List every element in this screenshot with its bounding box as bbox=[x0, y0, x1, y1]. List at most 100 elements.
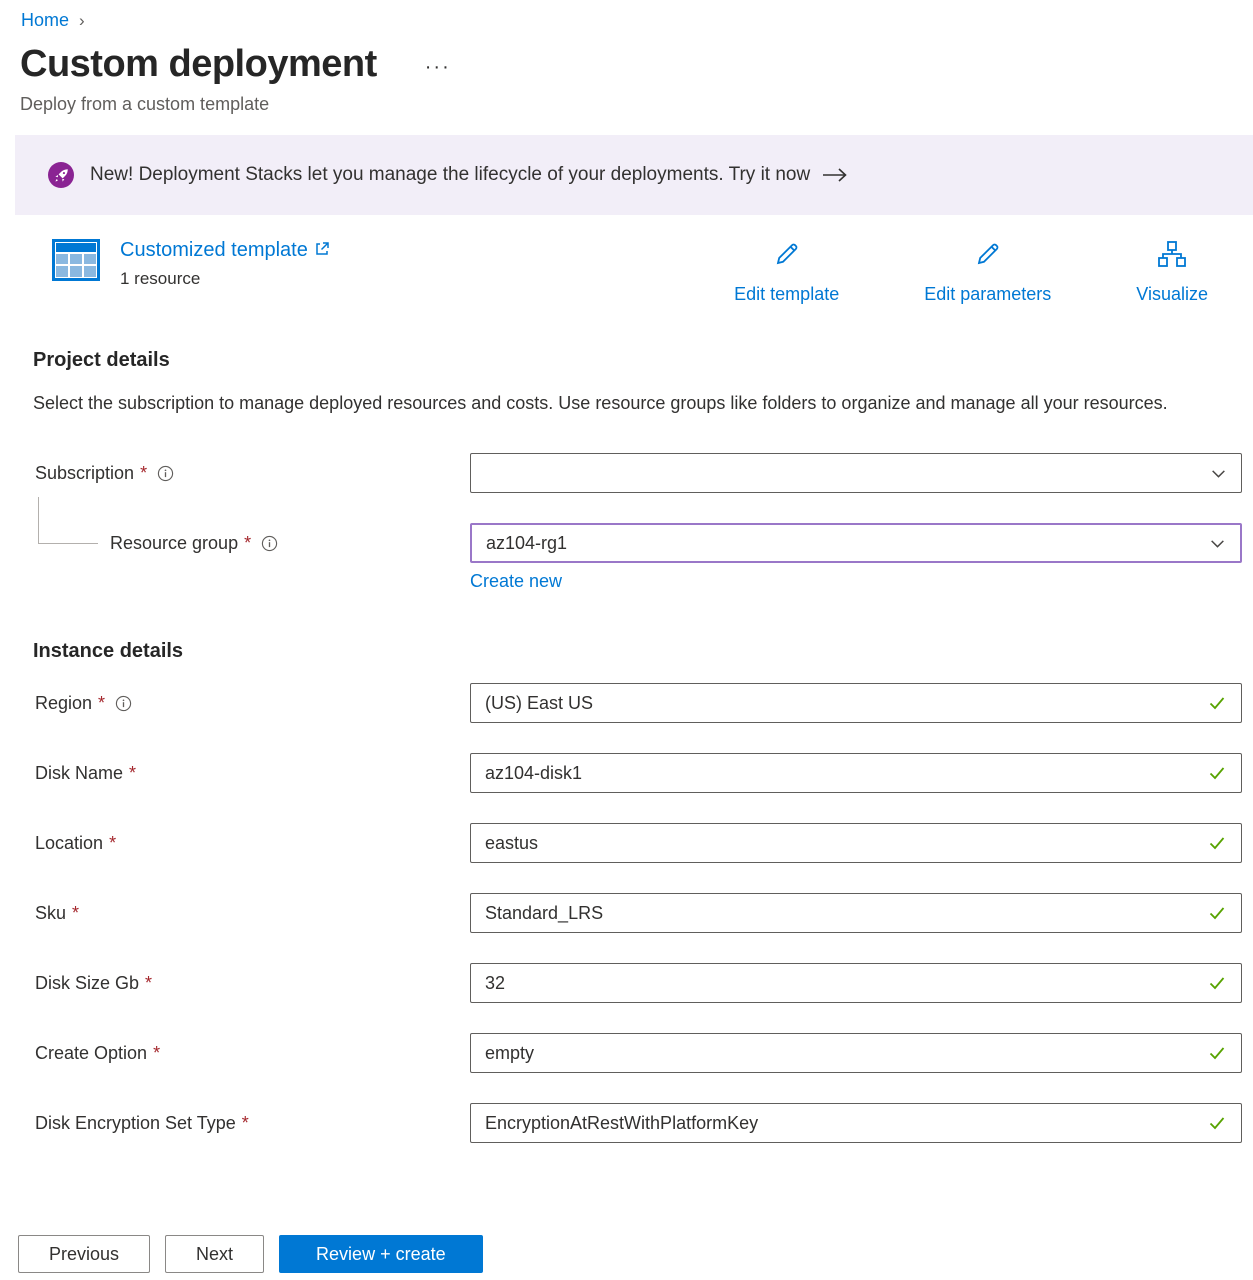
info-icon[interactable] bbox=[157, 465, 174, 482]
valid-checkmark-icon bbox=[1207, 833, 1227, 853]
location-label: Location bbox=[35, 833, 103, 854]
required-asterisk: * bbox=[140, 463, 147, 484]
disk-encryption-set-type-value: EncryptionAtRestWithPlatformKey bbox=[485, 1113, 758, 1134]
required-asterisk: * bbox=[242, 1113, 249, 1134]
required-asterisk: * bbox=[153, 1043, 160, 1064]
disk-name-field-row: Disk Name * az104-disk1 bbox=[35, 753, 1242, 793]
required-asterisk: * bbox=[72, 903, 79, 924]
location-label-cell: Location * bbox=[35, 833, 470, 854]
deployment-stacks-banner[interactable]: New! Deployment Stacks let you manage th… bbox=[15, 135, 1253, 215]
visualize-label: Visualize bbox=[1136, 284, 1208, 305]
sku-label: Sku bbox=[35, 903, 66, 924]
subscription-label-cell: Subscription * bbox=[35, 463, 470, 484]
create-option-label: Create Option bbox=[35, 1043, 147, 1064]
chevron-right-icon: › bbox=[79, 11, 85, 31]
instance-details-heading: Instance details bbox=[33, 640, 1253, 663]
template-grid-icon bbox=[52, 239, 100, 286]
create-option-value: empty bbox=[485, 1043, 534, 1064]
title-row: Custom deployment ··· bbox=[20, 43, 1253, 86]
more-options-icon[interactable]: ··· bbox=[425, 56, 451, 79]
disk-size-gb-value: 32 bbox=[485, 973, 505, 994]
footer-action-bar: Previous Next Review + create bbox=[0, 1205, 1253, 1280]
banner-text: New! Deployment Stacks let you manage th… bbox=[90, 164, 810, 186]
disk-size-gb-label-cell: Disk Size Gb * bbox=[35, 973, 470, 994]
location-field-row: Location * eastus bbox=[35, 823, 1242, 863]
valid-checkmark-icon bbox=[1207, 973, 1227, 993]
disk-size-gb-field-row: Disk Size Gb * 32 bbox=[35, 963, 1242, 1003]
valid-checkmark-icon bbox=[1207, 1043, 1227, 1063]
breadcrumb-home-link[interactable]: Home bbox=[21, 10, 69, 31]
template-actions: Edit template Edit parameters bbox=[734, 239, 1208, 305]
disk-size-gb-label: Disk Size Gb bbox=[35, 973, 139, 994]
valid-checkmark-icon bbox=[1207, 903, 1227, 923]
disk-encryption-set-type-label-cell: Disk Encryption Set Type * bbox=[35, 1113, 470, 1134]
valid-checkmark-icon bbox=[1207, 1113, 1227, 1133]
hierarchy-icon bbox=[1157, 239, 1187, 274]
edit-template-button[interactable]: Edit template bbox=[734, 239, 839, 305]
customized-template-link[interactable]: Customized template bbox=[120, 239, 329, 262]
project-details-heading: Project details bbox=[33, 349, 1253, 372]
valid-checkmark-icon bbox=[1207, 693, 1227, 713]
disk-encryption-set-type-label: Disk Encryption Set Type bbox=[35, 1113, 236, 1134]
sku-field-row: Sku * Standard_LRS bbox=[35, 893, 1242, 933]
create-option-field-row: Create Option * empty bbox=[35, 1033, 1242, 1073]
region-input[interactable]: (US) East US bbox=[470, 683, 1242, 723]
disk-name-label-cell: Disk Name * bbox=[35, 763, 470, 784]
visualize-button[interactable]: Visualize bbox=[1136, 239, 1208, 305]
location-value: eastus bbox=[485, 833, 538, 854]
required-asterisk: * bbox=[244, 533, 251, 554]
project-details-form: Subscription * Resource group * bbox=[0, 453, 1253, 592]
region-field-row: Region * (US) East US bbox=[35, 683, 1242, 723]
resource-group-value: az104-rg1 bbox=[486, 533, 567, 554]
resource-group-field-row: Resource group * az104-rg1 bbox=[35, 523, 1242, 563]
project-details-description: Select the subscription to manage deploy… bbox=[33, 388, 1178, 419]
subscription-field-row: Subscription * bbox=[35, 453, 1242, 493]
disk-encryption-set-type-input[interactable]: EncryptionAtRestWithPlatformKey bbox=[470, 1103, 1242, 1143]
chevron-down-icon[interactable] bbox=[1210, 465, 1227, 482]
disk-name-label: Disk Name bbox=[35, 763, 123, 784]
chevron-down-icon[interactable] bbox=[1209, 535, 1226, 552]
rocket-icon bbox=[48, 162, 74, 188]
tree-connector-line bbox=[38, 497, 98, 544]
resource-group-label-cell: Resource group * bbox=[35, 533, 470, 554]
page-content: Home › Custom deployment ··· Deploy from… bbox=[0, 0, 1253, 1205]
page-title: Custom deployment bbox=[20, 43, 377, 86]
review-create-button[interactable]: Review + create bbox=[279, 1235, 483, 1273]
edit-template-label: Edit template bbox=[734, 284, 839, 305]
template-section: Customized template 1 resource bbox=[52, 239, 1208, 305]
edit-parameters-button[interactable]: Edit parameters bbox=[924, 239, 1051, 305]
resource-group-label: Resource group bbox=[110, 533, 238, 554]
create-option-input[interactable]: empty bbox=[470, 1033, 1242, 1073]
required-asterisk: * bbox=[129, 763, 136, 784]
info-icon[interactable] bbox=[261, 535, 278, 552]
create-new-link[interactable]: Create new bbox=[470, 571, 562, 592]
template-resource-count: 1 resource bbox=[120, 269, 329, 289]
arrow-right-icon bbox=[822, 167, 848, 183]
external-link-icon bbox=[315, 239, 329, 262]
edit-parameters-label: Edit parameters bbox=[924, 284, 1051, 305]
sku-value: Standard_LRS bbox=[485, 903, 603, 924]
region-value: (US) East US bbox=[485, 693, 593, 714]
region-label-cell: Region * bbox=[35, 693, 470, 714]
disk-encryption-set-type-field-row: Disk Encryption Set Type * EncryptionAtR… bbox=[35, 1103, 1242, 1143]
breadcrumb: Home › bbox=[21, 10, 1253, 31]
region-label: Region bbox=[35, 693, 92, 714]
location-input[interactable]: eastus bbox=[470, 823, 1242, 863]
subscription-dropdown[interactable] bbox=[470, 453, 1242, 493]
sku-label-cell: Sku * bbox=[35, 903, 470, 924]
page-subtitle: Deploy from a custom template bbox=[20, 94, 1253, 115]
template-name-label: Customized template bbox=[120, 239, 308, 262]
disk-size-gb-input[interactable]: 32 bbox=[470, 963, 1242, 1003]
valid-checkmark-icon bbox=[1207, 763, 1227, 783]
next-button[interactable]: Next bbox=[165, 1235, 264, 1273]
required-asterisk: * bbox=[145, 973, 152, 994]
pencil-icon bbox=[973, 239, 1003, 274]
disk-name-input[interactable]: az104-disk1 bbox=[470, 753, 1242, 793]
sku-input[interactable]: Standard_LRS bbox=[470, 893, 1242, 933]
info-icon[interactable] bbox=[115, 695, 132, 712]
create-option-label-cell: Create Option * bbox=[35, 1043, 470, 1064]
previous-button[interactable]: Previous bbox=[18, 1235, 150, 1273]
resource-group-dropdown[interactable]: az104-rg1 bbox=[470, 523, 1242, 563]
required-asterisk: * bbox=[109, 833, 116, 854]
custom-deployment-page: Home › Custom deployment ··· Deploy from… bbox=[0, 0, 1253, 1280]
